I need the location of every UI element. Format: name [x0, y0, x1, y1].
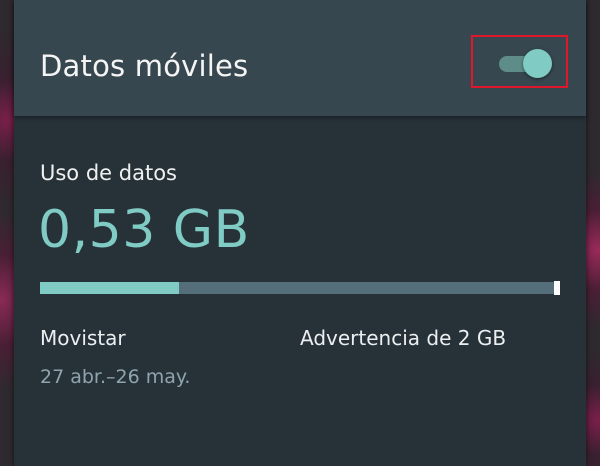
data-usage-progress-bar: [40, 281, 560, 295]
data-usage-progress-fill: [40, 282, 180, 294]
carrier-name: Movistar: [40, 326, 126, 350]
data-usage-value: 0,53 GB: [38, 200, 250, 260]
toggle-thumb[interactable]: [523, 49, 552, 78]
data-warning-limit: Advertencia de 2 GB: [300, 326, 507, 350]
screen: Datos móviles Uso de datos 0,53 GB Movis…: [0, 0, 600, 466]
mobile-data-header: Datos móviles: [14, 0, 586, 116]
warning-limit-marker: [554, 281, 560, 295]
billing-period: 27 abr.–26 may.: [40, 366, 191, 388]
mobile-data-title: Datos móviles: [40, 49, 249, 83]
mobile-data-toggle-highlight: [471, 35, 568, 88]
data-usage-panel: Datos móviles Uso de datos 0,53 GB Movis…: [14, 0, 586, 466]
data-usage-label: Uso de datos: [40, 161, 177, 185]
